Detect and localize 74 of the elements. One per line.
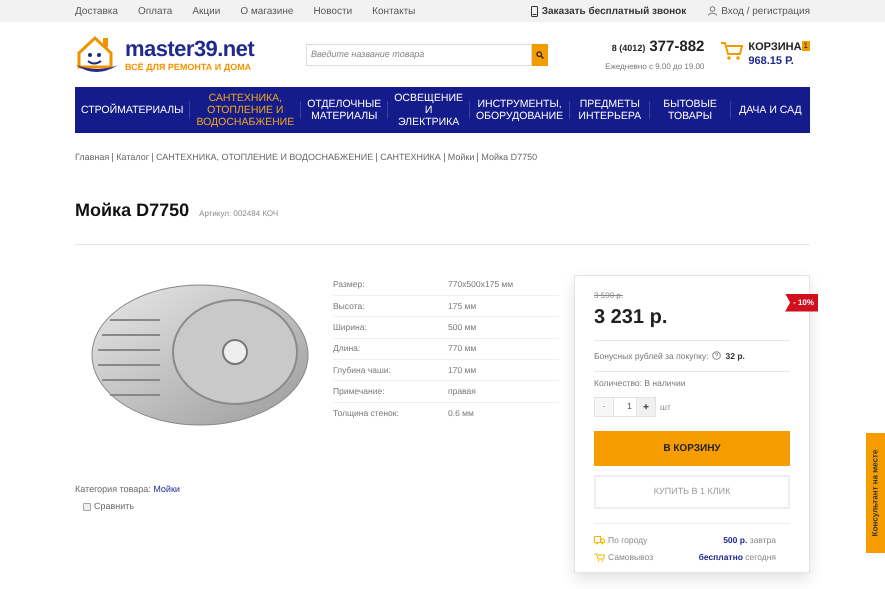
stock-status: Количество: В наличии (594, 377, 686, 390)
delivery-method: Самовывоз (608, 550, 654, 564)
menu-item[interactable]: СТРОЙМАТЕРИАЛЫ (75, 104, 190, 116)
delivery-price: бесплатно (698, 552, 743, 562)
bonus-amount: 32 р. (726, 350, 745, 362)
compare-checkbox[interactable]: Сравнить (83, 500, 325, 514)
spec-value: правая (448, 385, 476, 398)
spec-name: Глубина чаши: (333, 364, 392, 377)
spec-name: Длина: (333, 342, 362, 356)
menu-item[interactable]: ИНСТРУМЕНТЫ, ОБОРУДОВАНИЕ (470, 98, 570, 122)
spec-value: 175 мм (448, 300, 476, 312)
product-title: Мойка D7750 (75, 198, 190, 222)
spec-name: Ширина: (333, 321, 368, 334)
menu-item[interactable]: ДАЧА И САД (730, 104, 810, 116)
menu-item[interactable]: САНТЕХНИКА, ОТОПЛЕНИЕ И ВОДОСНАБЖЕНИЕ (190, 92, 300, 128)
menu-item[interactable]: БЫТОВЫЕ ТОВАРЫ (650, 98, 730, 122)
product-sku: Артикул: 002484 КОЧ (199, 208, 278, 220)
top-link[interactable]: Оплата (138, 4, 172, 18)
top-link[interactable]: Новости (313, 4, 352, 18)
unit-label: шт (660, 400, 671, 414)
spec-name: Толщина стенок: (333, 407, 400, 420)
working-hours: Ежедневно с 9.00 до 19.00 (605, 61, 704, 74)
breadcrumb-link[interactable]: САНТЕХНИКА (380, 151, 441, 164)
bonus-label: Бонусных рублей за покупку: (594, 350, 708, 362)
callback-link[interactable]: Заказать бесплатный звонок (530, 4, 686, 18)
delivery-price: 500 р. (723, 535, 748, 545)
spec-value: 0.6 мм (448, 407, 474, 420)
menu-item[interactable]: ОСВЕЩЕНИЕ И ЭЛЕКТРИКА (388, 92, 470, 128)
cart-icon (720, 40, 744, 61)
top-link[interactable]: Доставка (75, 4, 118, 18)
menu-item[interactable]: ОТДЕЛОЧНЫЕ МАТЕРИАЛЫ (301, 98, 388, 122)
logo-text: master39.net (125, 38, 254, 60)
breadcrumb-link[interactable]: Главная (75, 151, 110, 164)
add-to-cart-button[interactable]: В КОРЗИНУ (594, 431, 790, 466)
phone-code: 8 (4012) (612, 42, 646, 55)
delivery-time: сегодня (745, 552, 776, 562)
login-link[interactable]: Вход / регистрация (708, 4, 810, 18)
top-link[interactable]: Акции (192, 4, 220, 18)
spec-value: 500 мм (448, 321, 476, 334)
cart-total: 968.15 Р. (748, 54, 795, 68)
delivery-time: завтра (750, 535, 776, 545)
spec-name: Примечание: (333, 385, 386, 398)
help-icon[interactable] (712, 351, 720, 360)
user-icon (708, 6, 718, 16)
discount-badge: - 10% (785, 294, 818, 312)
cart-count-badge: 1 (802, 40, 810, 51)
consultant-tab[interactable]: Консультант на месте (866, 433, 885, 553)
logo-slogan: ВСЁ ДЛЯ РЕМОНТА И ДОМА (125, 62, 252, 72)
breadcrumb-link[interactable]: Каталог (116, 151, 149, 164)
spec-name: Высота: (333, 300, 366, 312)
product-category: Категория товара: Мойки (75, 482, 181, 496)
category-link[interactable]: Мойки (153, 484, 180, 494)
spec-value: 770 мм (448, 342, 476, 356)
spec-value: 170 мм (448, 364, 476, 377)
old-price: 3 590 р. (594, 290, 624, 302)
menu-item[interactable]: ПРЕДМЕТЫ ИНТЕРЬЕРА (570, 98, 650, 122)
spec-value: 770x500x175 мм (448, 278, 514, 292)
checkbox-icon[interactable] (83, 502, 91, 511)
cart-icon (594, 552, 605, 562)
search-field[interactable]: Введите название товара (306, 44, 532, 66)
spec-name: Размер: (333, 278, 366, 292)
phone-icon (530, 6, 538, 16)
breadcrumb-link[interactable]: Мойки (448, 151, 474, 164)
house-logo-icon (75, 34, 119, 74)
increase-button[interactable]: + (636, 397, 656, 417)
top-link[interactable]: Контакты (372, 4, 416, 18)
search-button[interactable] (532, 44, 548, 66)
delivery-method: По городу (608, 534, 648, 547)
truck-icon (594, 536, 605, 545)
phone-number: 377-882 (649, 36, 704, 57)
breadcrumb-link[interactable]: САНТЕХНИКА, ОТОПЛЕНИЕ И ВОДОСНАБЖЕНИЕ (156, 151, 374, 164)
top-link[interactable]: О магазине (240, 4, 294, 18)
current-page-label: Мойка D7750 (481, 151, 538, 164)
search-icon (536, 50, 544, 58)
